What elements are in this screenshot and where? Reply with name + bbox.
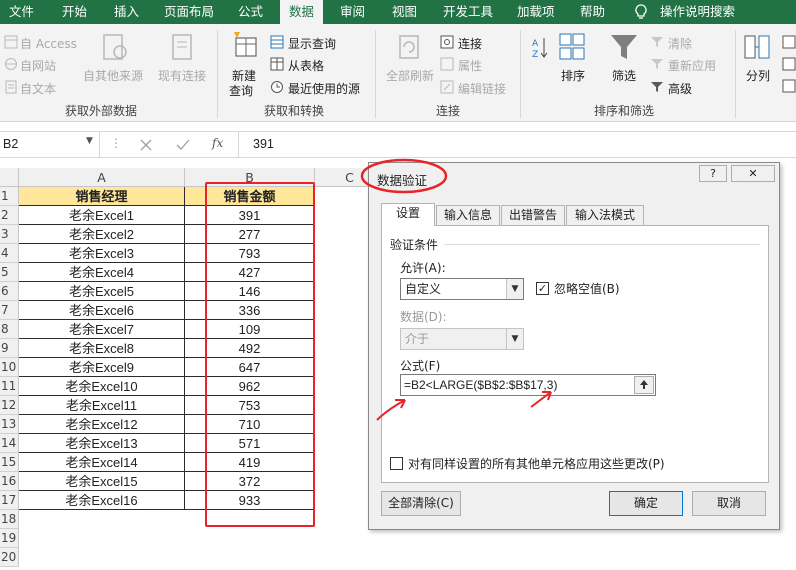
arrow-formula-start (376, 399, 406, 421)
tab-settings[interactable]: 设置 (381, 203, 435, 226)
title-highlight-ellipse (360, 158, 448, 194)
annotation-overlay (360, 158, 552, 421)
